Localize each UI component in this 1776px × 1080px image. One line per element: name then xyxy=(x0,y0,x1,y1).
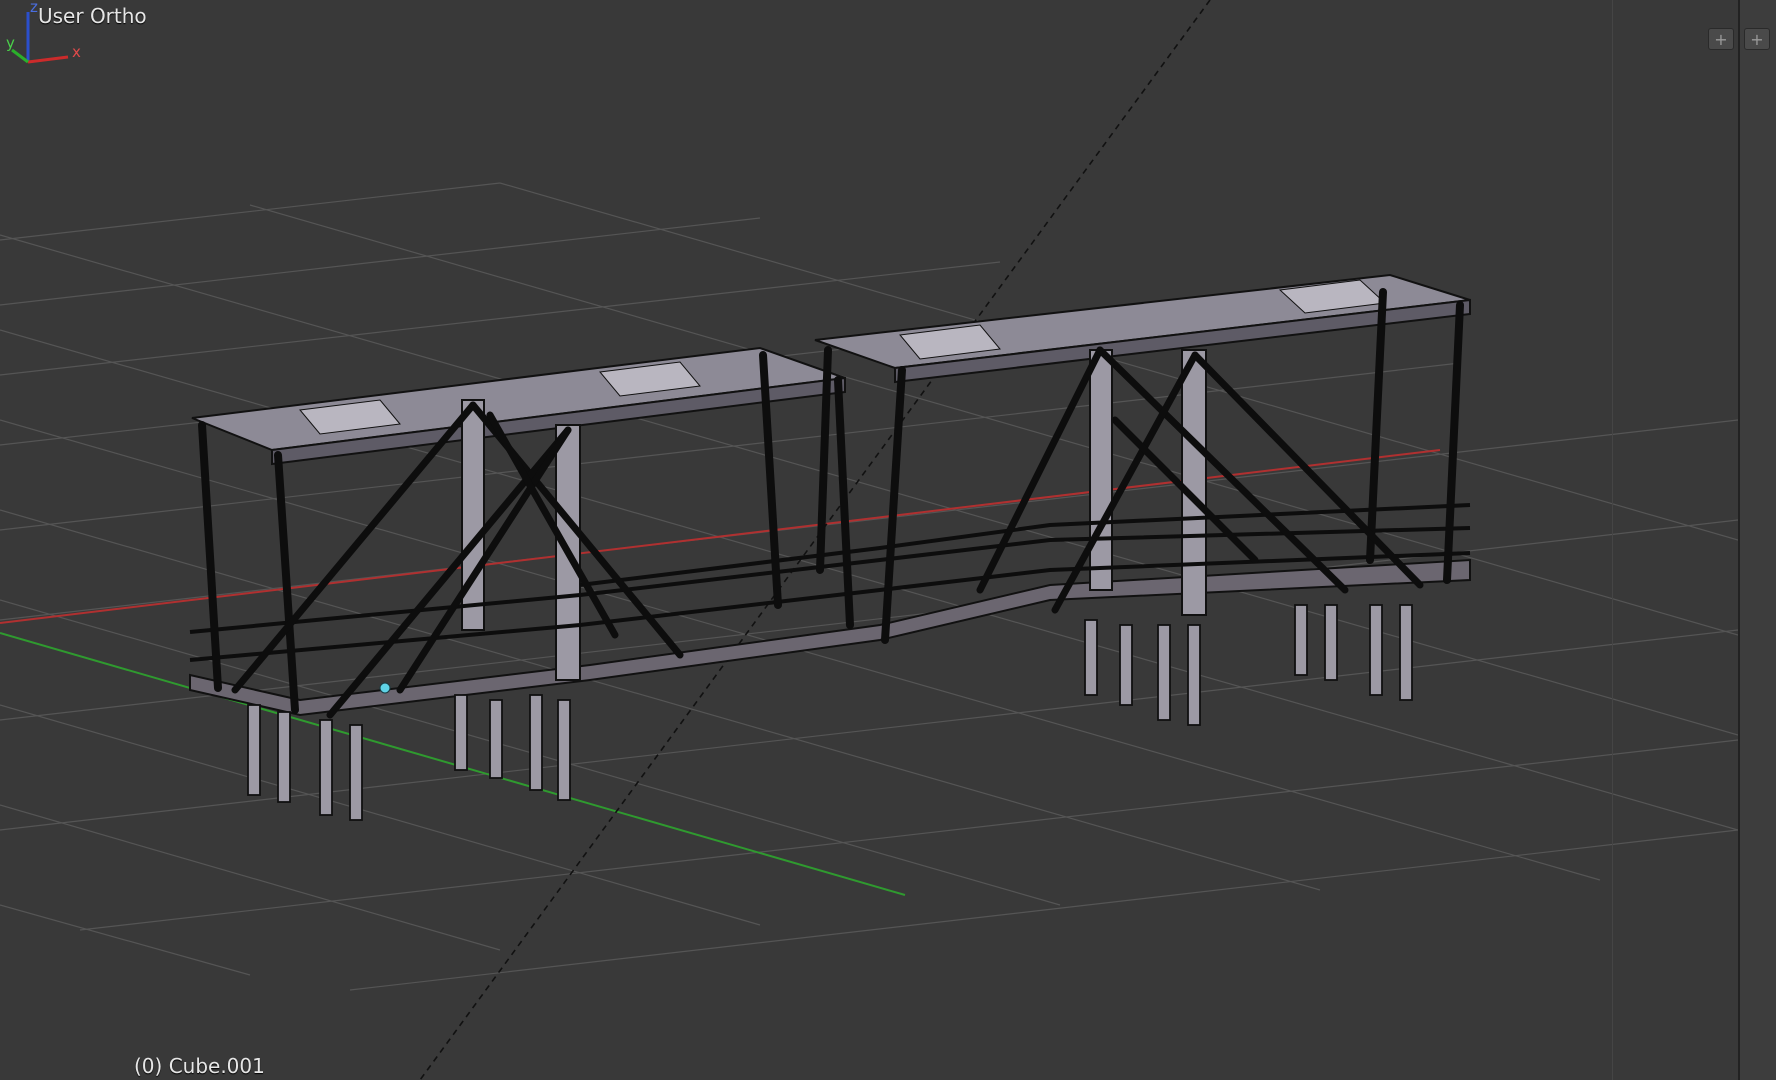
gizmo-y-label: y xyxy=(6,34,15,52)
x-axis-arrow-icon xyxy=(27,55,69,64)
gizmo-x-label: x xyxy=(72,43,81,61)
y-axis-line xyxy=(0,632,906,896)
grid-floor xyxy=(0,182,1738,991)
bridge-model[interactable] xyxy=(189,273,1471,821)
selected-object-origin[interactable] xyxy=(379,682,391,694)
gizmo-z-label: z xyxy=(30,0,38,16)
split-area-icon[interactable]: + xyxy=(1708,28,1734,50)
panel-divider[interactable] xyxy=(1612,0,1613,1080)
orientation-gizmo: z x y xyxy=(6,0,81,64)
viewport-canvas[interactable] xyxy=(0,0,1738,1080)
3d-viewport[interactable]: User Ortho (0) Cube.001 z x y + xyxy=(0,0,1738,1080)
active-object-label: (0) Cube.001 xyxy=(134,1054,265,1078)
split-area-icon[interactable]: + xyxy=(1744,28,1770,50)
tool-shelf-edge[interactable]: + xyxy=(1738,0,1776,1080)
